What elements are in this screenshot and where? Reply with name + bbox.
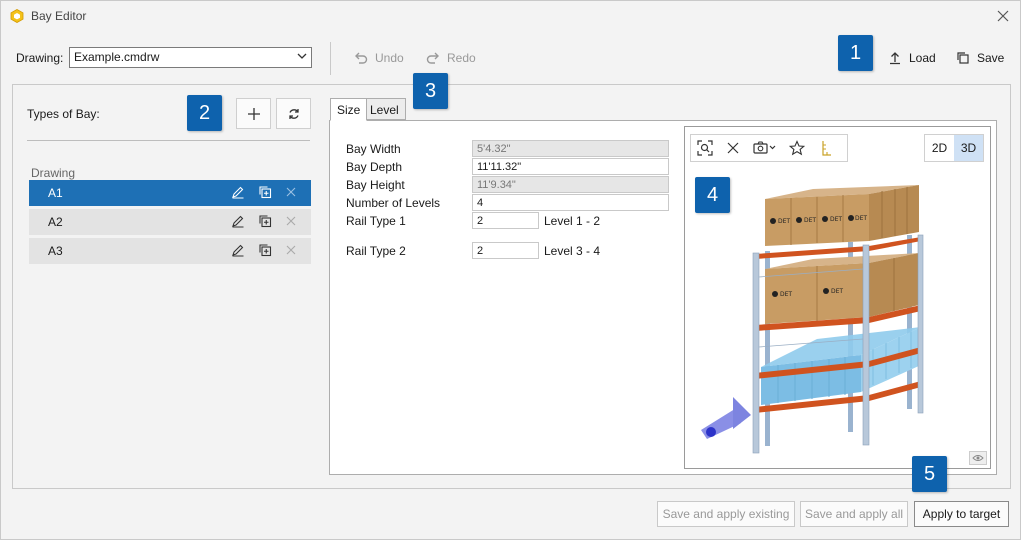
callout-badge-5: 5 xyxy=(912,456,947,492)
rail-type-1-label: Rail Type 1 xyxy=(346,214,406,228)
drawing-select-value: Example.cmdrw xyxy=(74,50,160,64)
load-button[interactable]: Load xyxy=(887,49,936,67)
redo-label: Redo xyxy=(447,51,476,65)
star-icon[interactable] xyxy=(783,135,811,161)
rail-type-2-label: Rail Type 2 xyxy=(346,244,406,258)
box-logo-label: DET xyxy=(780,291,792,298)
tab-level[interactable]: Level xyxy=(363,98,406,120)
clear-icon[interactable] xyxy=(719,135,747,161)
duplicate-icon[interactable] xyxy=(258,214,272,228)
chevron-down-icon xyxy=(297,53,307,59)
bay-height-field: 11'9.34" xyxy=(472,176,669,193)
box-logo-label: DET xyxy=(830,216,842,223)
save-and-apply-all-button[interactable]: Save and apply all xyxy=(800,501,908,527)
redo-button[interactable]: Redo xyxy=(425,49,476,67)
eye-icon[interactable] xyxy=(969,451,987,465)
drawing-label: Drawing: xyxy=(16,51,64,65)
mode-3d-button[interactable]: 3D xyxy=(954,135,983,161)
callout-badge-2: 2 xyxy=(187,95,222,131)
edit-icon[interactable] xyxy=(231,243,245,257)
bay-3d-scene: DET DET DET DET DET DET xyxy=(701,185,924,454)
bay-width-field: 5'4.32" xyxy=(472,140,669,157)
dimensions-icon[interactable] xyxy=(811,135,839,161)
plus-icon xyxy=(247,107,260,120)
save-and-apply-existing-button[interactable]: Save and apply existing xyxy=(657,501,795,527)
bay-name: A1 xyxy=(48,186,63,200)
main-panel: Types of Bay: Drawing A1 A2 A3 Size Leve… xyxy=(12,84,1011,489)
bay-depth-label: Bay Depth xyxy=(346,160,403,174)
bay-name: A3 xyxy=(48,244,63,258)
bay-group-label: Drawing xyxy=(31,166,76,180)
delete-icon[interactable] xyxy=(284,185,298,199)
close-icon[interactable] xyxy=(994,7,1012,25)
rail-type-2-levels: Level 3 - 4 xyxy=(544,244,601,258)
types-of-bay-label: Types of Bay: xyxy=(27,107,100,121)
size-tab-content: Bay Width 5'4.32" Bay Depth 11'11.32" Ba… xyxy=(329,120,997,475)
undo-label: Undo xyxy=(375,51,404,65)
duplicate-icon[interactable] xyxy=(258,185,272,199)
window-title: Bay Editor xyxy=(31,9,87,23)
refresh-bay-button[interactable] xyxy=(276,98,311,129)
tab-size[interactable]: Size xyxy=(330,98,368,121)
save-copy-icon xyxy=(957,52,969,64)
bay-row-a3[interactable]: A3 xyxy=(29,238,311,264)
box-logo-label: DET xyxy=(831,288,843,295)
undo-icon xyxy=(355,52,368,64)
hexagon-app-icon xyxy=(10,9,24,23)
rail-type-1-levels: Level 1 - 2 xyxy=(544,214,601,228)
redo-icon xyxy=(426,52,439,64)
number-of-levels-label: Number of Levels xyxy=(346,196,441,210)
navigation-arrow-icon xyxy=(701,397,751,439)
box-logo-label: DET xyxy=(804,217,816,224)
edit-icon[interactable] xyxy=(231,214,245,228)
duplicate-icon[interactable] xyxy=(258,243,272,257)
callout-badge-3: 3 xyxy=(413,73,448,109)
save-button[interactable]: Save xyxy=(955,49,1004,67)
apply-to-target-button[interactable]: Apply to target xyxy=(914,501,1009,527)
bay-row-a1[interactable]: A1 xyxy=(29,180,311,206)
callout-badge-1: 1 xyxy=(838,35,873,71)
save-label: Save xyxy=(977,51,1005,65)
rail-type-1-field[interactable]: 2 xyxy=(472,212,539,229)
bay-height-label: Bay Height xyxy=(346,178,405,192)
zoom-fit-icon[interactable] xyxy=(691,135,719,161)
viewer-toolbar xyxy=(690,134,848,162)
load-label: Load xyxy=(909,51,936,65)
callout-badge-4: 4 xyxy=(695,177,730,213)
number-of-levels-field[interactable]: 4 xyxy=(472,194,669,211)
upload-icon xyxy=(890,52,900,65)
toolbar-separator xyxy=(330,42,331,75)
bay-row-a2[interactable]: A2 xyxy=(29,209,311,235)
mode-2d-button[interactable]: 2D xyxy=(925,135,954,161)
bay-width-label: Bay Width xyxy=(346,142,401,156)
delete-icon[interactable] xyxy=(284,214,298,228)
box-logo-label: DET xyxy=(778,218,790,225)
add-bay-button[interactable] xyxy=(236,98,271,129)
delete-icon[interactable] xyxy=(284,243,298,257)
rail-type-2-field[interactable]: 2 xyxy=(472,242,539,259)
edit-icon[interactable] xyxy=(231,185,245,199)
title-bar: Bay Editor xyxy=(1,1,1020,32)
box-logo-label: DET xyxy=(855,215,867,222)
bay-depth-field[interactable]: 11'11.32" xyxy=(472,158,669,175)
undo-button[interactable]: Undo xyxy=(353,49,404,67)
bay-3d-viewer[interactable]: 2D 3D DET DET DET DET DET DET xyxy=(684,126,991,469)
camera-icon[interactable] xyxy=(747,135,783,161)
left-panel-separator xyxy=(27,140,310,141)
bay-editor-window: Bay Editor Drawing: Example.cmdrw Undo R… xyxy=(0,0,1021,540)
drawing-select[interactable]: Example.cmdrw xyxy=(69,47,312,68)
view-mode-toggle: 2D 3D xyxy=(924,134,984,162)
bay-name: A2 xyxy=(48,215,63,229)
refresh-icon xyxy=(288,108,299,119)
